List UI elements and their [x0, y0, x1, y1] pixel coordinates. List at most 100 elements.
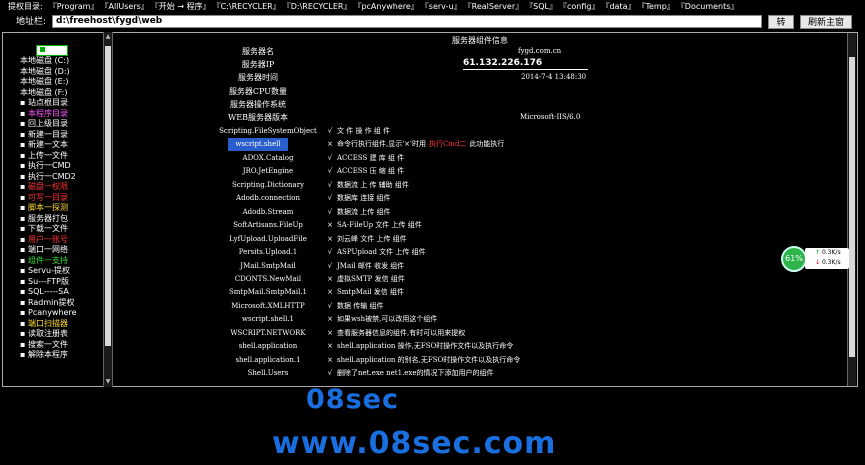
sidebar-item[interactable]: ▪ 执行一CMD2 [20, 172, 77, 183]
server-info-row: 服务器CPU数量 [113, 85, 847, 98]
bullet-icon: ▪ [20, 308, 26, 317]
sidebar-item-label: 本地磁盘 (D:) [20, 66, 70, 76]
sidebar-item[interactable]: ▪ 下载一文件 [20, 224, 77, 235]
sidebar-item-label: 站点根目录 [28, 98, 68, 107]
path-link[interactable]: 『pcAnywhere』 [357, 2, 418, 11]
component-name: JMail.SmtpMail [240, 261, 296, 270]
path-link[interactable]: 『Program』 [49, 2, 99, 11]
path-link[interactable]: 『Temp』 [641, 2, 674, 11]
path-link[interactable]: 『Documents』 [681, 2, 739, 11]
cross-icon: × [327, 221, 333, 230]
bullet-icon: ▪ [20, 150, 26, 160]
go-button[interactable]: 转到 [768, 15, 794, 39]
bullet-icon: ▪ [20, 297, 26, 307]
component-name: Microsoft.XMLHTTP [231, 301, 305, 310]
sidebar-item-label: Servu-提权 [28, 266, 70, 275]
sidebar-item-label: SQL-----SA [28, 287, 69, 296]
component-description: 命令行执行组件,显示'×'时用 执行Cmd二 此功能执行 [337, 138, 504, 151]
sidebar-item[interactable]: ▪ 执行一CMD [20, 161, 77, 172]
component-row: wscript.shell.1 × 如果wsh被禁,可以改用这个组件 [113, 313, 833, 326]
component-name: LyfUpload.UploadFile [229, 234, 307, 243]
exec-cmd2-link[interactable]: 执行Cmd二 [429, 140, 466, 148]
sidebar-item[interactable]: ▪ 解除本程序 [20, 350, 77, 361]
sidebar-item[interactable]: ▪ 服务器打包 [20, 214, 77, 225]
sidebar-item[interactable]: ▪ 站点根目录 [20, 98, 77, 109]
sidebar-item[interactable]: ▪ 上传一文件 [20, 151, 77, 162]
sidebar-item[interactable]: ▪ SQL-----SA [20, 287, 77, 298]
path-link[interactable]: 『开始 → 程序』 [155, 2, 211, 11]
sidebar-item-label: 磁盘一权限 [28, 182, 68, 191]
component-name: ADOX.Catalog [242, 153, 294, 162]
sidebar-scrollbar[interactable]: ▲ ▼ [103, 32, 113, 387]
sidebar-item[interactable]: ▪ 磁盘一权限 [20, 182, 77, 193]
sidebar-item[interactable]: ▪ Radmin提权 [20, 298, 77, 309]
sidebar-item[interactable]: ▪ 端口扫描器 [20, 319, 77, 330]
sidebar-item[interactable]: ▪ 脚本一探测 [20, 203, 77, 214]
address-input[interactable] [52, 15, 762, 28]
server-info-label: 服务器名 [242, 47, 274, 56]
sidebar-item-label: 新建一目录 [28, 129, 68, 139]
sidebar-item-label: 上传一文件 [28, 150, 68, 160]
component-description-text: 数据流 上传 组件 [337, 207, 391, 216]
bullet-icon: ▪ [20, 161, 26, 170]
sidebar-item[interactable]: ▪ 本程序目录 [20, 109, 77, 120]
server-info-row: 服务器操作系统 [113, 98, 847, 111]
sidebar-item[interactable]: 本地磁盘 (C:) [20, 56, 77, 67]
sidebar-item[interactable]: ▪ 新建一文本 [20, 140, 77, 151]
sidebar-item[interactable]: 本地磁盘 (E:) [20, 77, 77, 88]
sidebar: 本地磁盘 (C:) 本地磁盘 (D:) 本地磁盘 (E:) 本地磁盘 (F:) ▪ 站点根… [20, 44, 100, 384]
bullet-icon: ▪ [20, 245, 26, 254]
main-scroll-thumb[interactable] [849, 57, 855, 357]
sidebar-item[interactable]: ▪ 组件一支持 [20, 256, 77, 267]
folder-toggle-icon[interactable] [36, 45, 68, 56]
sidebar-item[interactable]: ▪ 新建一目录 [20, 130, 77, 141]
component-description-text: JMail 邮件 收发 组件 [337, 261, 405, 270]
path-link[interactable]: 『SQL』 [529, 2, 557, 11]
sidebar-scroll-thumb[interactable] [105, 46, 111, 346]
component-description: 文 件 操 作 组 件 [337, 125, 390, 138]
check-icon: √ [327, 301, 333, 310]
network-monitor[interactable]: 61% ↑ 0.3K/s ↓ 0.3K/s [781, 246, 849, 272]
component-description-text: 删除了net.exe net1.exe的情况下添加用户的组件 [337, 369, 494, 378]
sidebar-item[interactable]: ▪ 可写一目录 [20, 193, 77, 204]
component-description-text: 命令行执行组件,显示'×'时用 [337, 140, 426, 149]
sidebar-item[interactable]: ▪ 端口一网络 [20, 245, 77, 256]
address-row: 地址栏: 转到 刷新主窗口 [0, 14, 865, 39]
bullet-icon: ▪ [20, 318, 26, 328]
component-row: JMail.SmtpMail √ JMail 邮件 收发 组件 [113, 260, 833, 273]
component-description: 数据 传输 组件 [337, 300, 383, 313]
refresh-main-window-button[interactable]: 刷新主窗口 [800, 15, 852, 39]
sidebar-item-label: 本地磁盘 (E:) [20, 77, 69, 86]
sidebar-item-label: 读取注册表 [28, 329, 68, 338]
sidebar-item[interactable]: ▪ Servu-提权 [20, 266, 77, 277]
sidebar-item[interactable]: ▪ 用户一账号 [20, 235, 77, 246]
component-name: shell.application [238, 342, 298, 351]
sidebar-item[interactable]: 本地磁盘 (D:) [20, 67, 77, 78]
sidebar-item[interactable]: ▪ 读取注册表 [20, 329, 77, 340]
component-name: Persits.Upload.1 [238, 248, 298, 257]
sidebar-item[interactable]: ▪ Pcanywhere [20, 308, 77, 319]
path-link[interactable]: 『config』 [563, 2, 599, 11]
path-link[interactable]: 『serv-u』 [425, 2, 462, 11]
bullet-icon: ▪ [20, 287, 26, 296]
component-description-text: shell.application 的别名,无FSO时操作文件以及执行命令 [337, 355, 521, 364]
path-link[interactable]: 『C:\RECYCLER』 [217, 2, 281, 11]
sidebar-item[interactable]: ▪ 回上级目录 [20, 119, 77, 130]
sidebar-item[interactable]: ▪ 搜索一文件 [20, 340, 77, 351]
sidebar-item-label: 搜索一文件 [28, 339, 68, 349]
component-name: SoftArtisans.FileUp [233, 221, 303, 230]
main-scrollbar[interactable] [847, 33, 856, 386]
scroll-down-icon[interactable]: ▼ [105, 378, 111, 386]
sidebar-item[interactable]: 本地磁盘 (F:) [20, 88, 77, 99]
scroll-up-icon[interactable]: ▲ [105, 33, 111, 41]
path-link[interactable]: 『D:\RECYCLER』 [287, 2, 352, 11]
sidebar-item[interactable]: ▪ Su---FTP版 [20, 277, 77, 288]
path-link[interactable]: 『RealServer』 [468, 2, 523, 11]
component-name: shell.application.1 [235, 355, 301, 364]
path-link[interactable]: 『AllUsers』 [104, 2, 148, 11]
component-description-text: ASPUpload 文件 上传 组件 [337, 248, 426, 257]
component-row: Scripting.FileSystemObject √ 文 件 操 作 组 件 [113, 125, 833, 138]
path-link[interactable]: 『data』 [605, 2, 635, 11]
sidebar-item-label: 下载一文件 [28, 224, 68, 233]
component-name[interactable]: wscript.shell [228, 138, 288, 152]
